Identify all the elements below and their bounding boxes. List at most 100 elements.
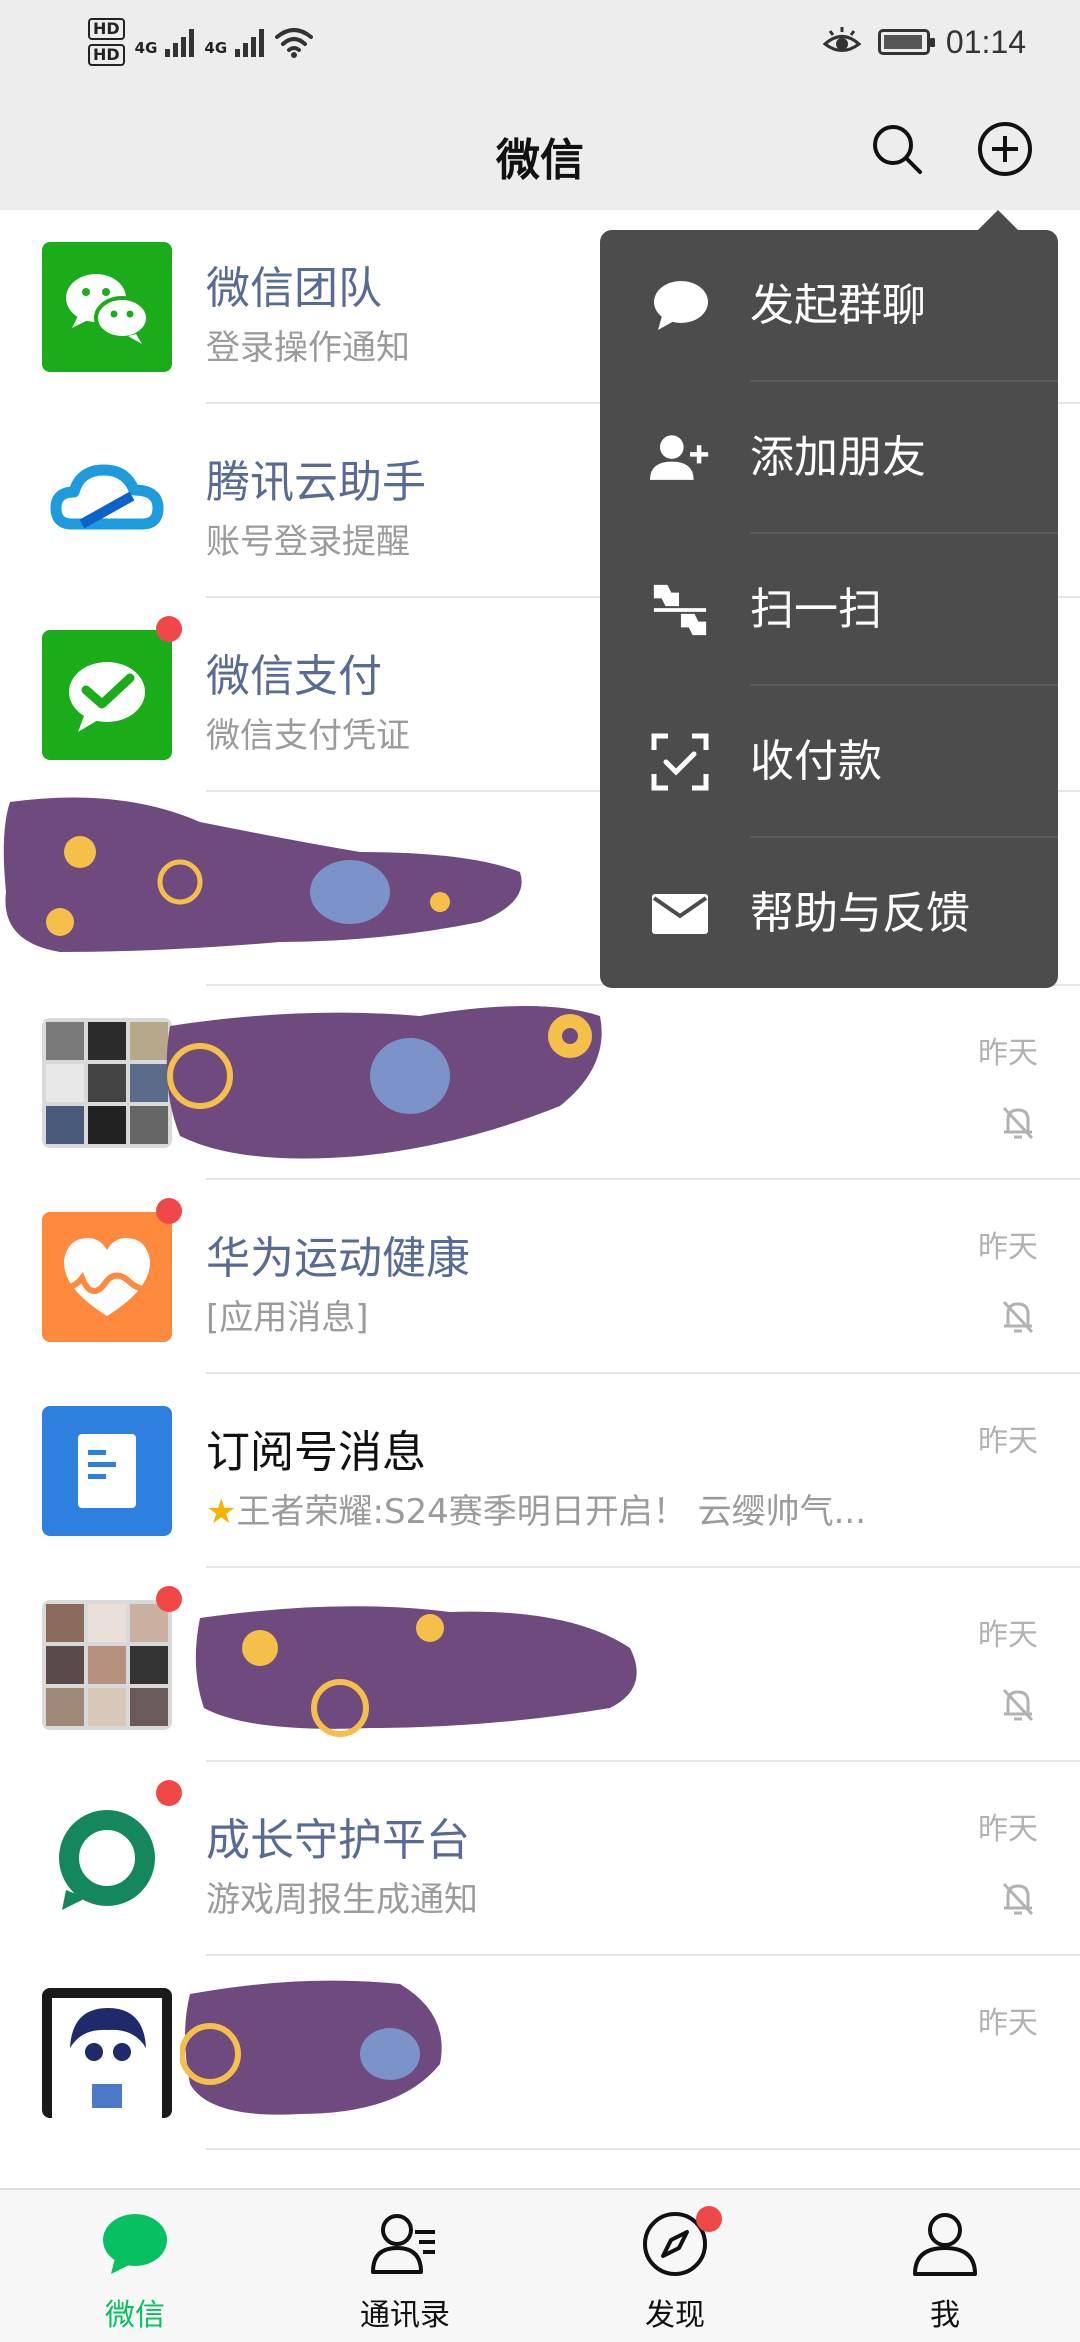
mute-icon	[1002, 1300, 1034, 1334]
signal-bars-icon	[235, 27, 265, 57]
signal-1: 4G	[135, 27, 195, 57]
chat-time: 昨天	[978, 2006, 1038, 2041]
unread-dot	[156, 616, 182, 642]
menu-item-scan[interactable]: 扫一扫	[600, 534, 1058, 686]
redaction-sticker	[3, 797, 522, 952]
subscriptions-avatar	[42, 1406, 172, 1536]
group-avatar	[42, 1600, 172, 1730]
menu-label: 收付款	[750, 736, 882, 787]
menu-item-payment[interactable]: 收付款	[600, 686, 1058, 838]
chat-message-text: 王者荣耀:S24赛季明日开启！ 云缨帅气...	[236, 1492, 867, 1532]
tab-me[interactable]: 我	[810, 2190, 1080, 2342]
tab-label: 微信	[105, 2298, 165, 2333]
battery-icon	[877, 29, 935, 55]
hd-badge-2: HD	[88, 44, 125, 66]
unread-dot	[156, 1586, 182, 1612]
menu-label: 帮助与反馈	[750, 888, 970, 939]
chat-time: 昨天	[978, 1424, 1038, 1459]
hd-indicators: HD HD	[88, 18, 125, 66]
hd-badge-1: HD	[88, 18, 125, 40]
unread-dot	[156, 1780, 182, 1806]
mute-icon	[1002, 1688, 1034, 1722]
mute-icon	[1002, 1882, 1034, 1916]
mail-icon	[652, 894, 708, 934]
tencent-cloud-avatar	[42, 436, 172, 566]
document-icon	[78, 1434, 136, 1508]
redaction-sticker	[195, 1606, 637, 1737]
chat-bubble-icon	[654, 281, 708, 330]
network-type-1: 4G	[134, 39, 158, 57]
speech-ring-logo-icon	[59, 1810, 155, 1910]
signal-2: 4G	[204, 27, 265, 57]
wechat-logo-icon	[66, 274, 150, 344]
eye-comfort-icon	[822, 27, 862, 52]
chat-row-subscriptions[interactable]: 订阅号消息 ★王者荣耀:S24赛季明日开启！ 云缨帅气... 昨天	[0, 1374, 1080, 1568]
chat-row-huawei-health[interactable]: 华为运动健康 [应用消息] 昨天	[0, 1180, 1080, 1374]
tab-discover[interactable]: 发现	[540, 2190, 810, 2342]
chat-message: 微信支付凭证	[206, 716, 410, 756]
chat-message: ★王者荣耀:S24赛季明日开启！ 云缨帅气...	[206, 1484, 866, 1533]
wechat-team-avatar	[42, 242, 172, 372]
anime-avatar	[52, 1998, 162, 2118]
bottom-tab-bar: 微信 通讯录 发现 我	[0, 2188, 1080, 2342]
chat-message: 账号登录提醒	[206, 522, 410, 562]
mute-icon	[1002, 1106, 1034, 1140]
menu-item-group-chat[interactable]: 发起群聊	[600, 230, 1058, 382]
chat-name: 华为运动健康	[206, 1233, 470, 1284]
signal-bars-icon	[165, 27, 195, 57]
menu-label: 扫一扫	[750, 584, 882, 635]
person-icon	[913, 2213, 977, 2276]
tab-label: 通讯录	[360, 2298, 450, 2333]
unread-dot	[156, 1198, 182, 1224]
menu-label: 添加朋友	[750, 432, 926, 483]
plus-popup-menu: 发起群聊 添加朋友 扫一扫 收付款 帮助与反馈	[600, 230, 1058, 988]
chat-name: 微信支付	[206, 651, 382, 702]
chat-row-group[interactable]: 昨天	[0, 986, 1080, 1180]
chat-name: 订阅号消息	[206, 1427, 426, 1478]
search-button[interactable]	[862, 114, 932, 184]
group-grid-avatar	[46, 1604, 168, 1726]
chat-message: [应用消息]	[206, 1298, 369, 1338]
menu-label: 发起群聊	[750, 280, 926, 331]
scan-icon	[653, 584, 707, 636]
redaction-sticker	[180, 1980, 442, 2115]
chat-message: 游戏周报生成通知	[206, 1880, 478, 1920]
tab-contacts[interactable]: 通讯录	[270, 2190, 540, 2342]
chat-time: 昨天	[978, 1036, 1038, 1071]
network-type-2: 4G	[204, 39, 228, 57]
chat-time: 昨天	[978, 1618, 1038, 1653]
menu-item-help-feedback[interactable]: 帮助与反馈	[600, 838, 1058, 988]
wechat-pay-logo-icon	[69, 662, 145, 732]
add-friend-icon	[650, 435, 709, 480]
status-time: 01:14	[945, 23, 1026, 60]
personal-avatar	[42, 1988, 172, 2118]
chat-time: 昨天	[978, 1812, 1038, 1847]
chat-icon	[103, 2214, 167, 2274]
chat-message: 登录操作通知	[206, 328, 410, 368]
status-right: 01:14	[822, 16, 1026, 68]
chat-name: 成长守护平台	[206, 1815, 470, 1866]
chat-row-growth-guardian[interactable]: 成长守护平台 游戏周报生成通知 昨天	[0, 1762, 1080, 1956]
redaction-sticker	[166, 1006, 602, 1159]
cloud-logo-icon	[50, 464, 164, 530]
huawei-health-avatar	[42, 1212, 172, 1342]
chat-row-group-2[interactable]: 昨天	[0, 1568, 1080, 1762]
growth-guardian-avatar	[42, 1794, 172, 1924]
add-button[interactable]	[970, 114, 1040, 184]
chat-name: 微信团队	[206, 263, 382, 314]
chat-name: 腾讯云助手	[206, 457, 426, 508]
chat-row-personal[interactable]: 昨天	[0, 1956, 1080, 2150]
wifi-icon	[275, 28, 314, 58]
discover-badge	[696, 2206, 722, 2232]
tab-label: 发现	[645, 2298, 705, 2333]
wechat-pay-avatar	[42, 630, 172, 760]
tab-chats[interactable]: 微信	[0, 2190, 270, 2342]
plus-circle-icon	[978, 122, 1032, 176]
menu-item-add-friend[interactable]: 添加朋友	[600, 382, 1058, 534]
contacts-icon	[371, 2214, 435, 2274]
star-icon: ★	[206, 1492, 237, 1532]
group-avatar	[42, 1018, 172, 1148]
status-bar: HD HD 4G 4G 01:14	[0, 0, 1080, 84]
status-left: HD HD 4G 4G	[88, 12, 314, 72]
chat-time: 昨天	[978, 1230, 1038, 1265]
